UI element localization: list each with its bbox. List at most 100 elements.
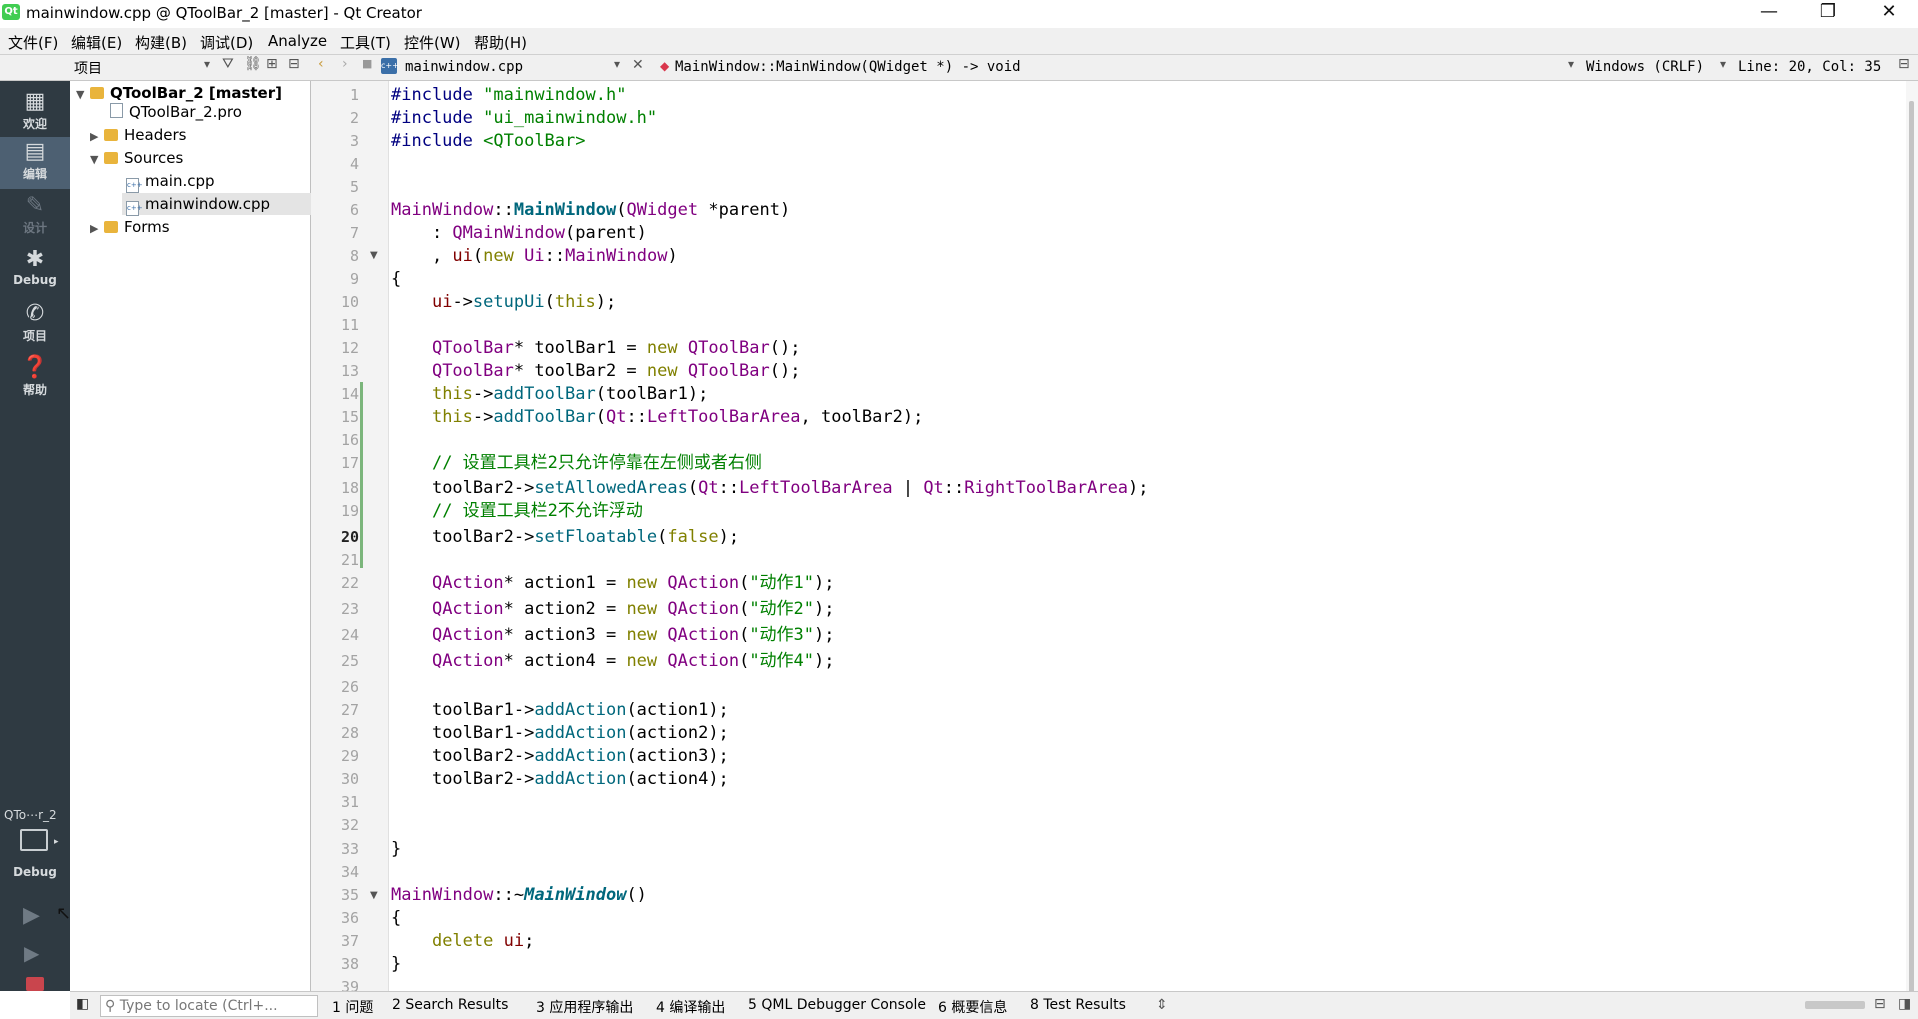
restore-button[interactable]: ❐ [1805, 0, 1851, 26]
tree-item-mainwindow-cpp[interactable]: c++ mainwindow.cpp [122, 193, 313, 216]
toggle-sidebar-icon[interactable]: ◧ [76, 996, 89, 1012]
debug-run-icon[interactable]: ▶ [24, 941, 39, 965]
mode-help[interactable]: ❓ 帮助 [0, 353, 70, 405]
tree-item-headers[interactable]: ▶ Headers [90, 124, 186, 146]
link-icon[interactable]: ⛓ [244, 56, 262, 72]
token: "动作3" [749, 625, 815, 645]
token: "ui_mainwindow.h" [483, 108, 658, 128]
token: ( [472, 246, 484, 266]
folder-icon [104, 129, 118, 141]
line-number: 25 [340, 652, 359, 670]
chevron-right-icon: ▶ [90, 130, 99, 143]
token: :: [626, 407, 647, 427]
token: ui [431, 292, 453, 312]
change-marker [360, 382, 363, 568]
scrollbar-thumb[interactable] [1909, 101, 1914, 1001]
kit-project-name[interactable]: QTo⋯r_2 [4, 808, 57, 822]
menu-edit[interactable]: 编辑(E) [71, 32, 122, 53]
line-number: 21 [340, 551, 359, 569]
chevron-down-icon: ▼ [90, 153, 99, 166]
menu-debug[interactable]: 调试(D) [200, 32, 253, 53]
pane-dropdown-icon[interactable]: ▾ [204, 57, 210, 71]
output-pane-toggle-icon[interactable]: ⊟ [1874, 996, 1886, 1012]
menu-help[interactable]: 帮助(H) [474, 32, 527, 53]
open-file-name[interactable]: mainwindow.cpp [405, 59, 523, 75]
filter-icon[interactable]: ⛛ [222, 56, 234, 72]
tab-app-output[interactable]: 3 应用程序输出 [536, 997, 633, 1017]
cpp-file-icon: c++ [381, 58, 399, 74]
tab-test-results[interactable]: 8 Test Results [1030, 997, 1126, 1013]
tab-qml-debugger-console[interactable]: 5 QML Debugger Console [748, 997, 926, 1013]
code-line-37: delete ui; [391, 930, 534, 953]
more-tabs-icon[interactable]: ⇕ [1156, 997, 1168, 1013]
mode-welcome[interactable]: ▦ 欢迎 [0, 87, 70, 139]
title-bar: Qt mainwindow.cpp @ QToolBar_2 [master] … [0, 0, 1918, 26]
current-symbol[interactable]: MainWindow::MainWindow(QWidget *) -> voi… [675, 59, 1021, 75]
line-ending-selector[interactable]: Windows (CRLF) [1586, 59, 1704, 75]
token: new [646, 338, 678, 358]
token: * toolBar2 = [513, 361, 647, 381]
code-line-38: } [391, 954, 402, 974]
menu-controls[interactable]: 控件(W) [404, 32, 461, 53]
mode-projects[interactable]: ✆ 项目 [0, 299, 70, 351]
split-editor-icon[interactable]: ⊟ [1898, 56, 1910, 72]
code-line-17: // 设置工具栏2只允许停靠在左侧或者右侧 [391, 452, 762, 475]
encoding-dropdown-icon[interactable]: ▾ [1720, 57, 1726, 71]
menu-analyze[interactable]: Analyze [268, 32, 327, 50]
mode-sidebar: ▦ 欢迎 ▤ 编辑 ✎ 设计 ✱ Debug ✆ 项目 ❓ 帮助 QTo⋯r_2 ▸ Deb… [0, 81, 72, 991]
close-button[interactable]: ✕ [1866, 0, 1912, 26]
close-pane-icon[interactable]: ⊟ [288, 56, 300, 72]
fold-arrow-icon[interactable]: ▼ [370, 250, 378, 261]
symbol-dropdown-icon[interactable]: ▾ [1568, 57, 1574, 71]
pencil-icon: ✎ [25, 193, 45, 218]
cursor-position[interactable]: Line: 20, Col: 35 [1738, 59, 1881, 75]
token: #include [391, 85, 473, 105]
token: ); [814, 625, 835, 645]
tree-item-pro[interactable]: QToolBar_2.pro [110, 101, 242, 123]
file-dropdown-icon[interactable]: ▾ [614, 57, 620, 71]
menu-tools[interactable]: 工具(T) [340, 32, 391, 53]
tree-item-forms[interactable]: ▶ Forms [90, 216, 170, 238]
pro-file-icon [110, 103, 123, 118]
lock-icon: ■ [362, 57, 373, 70]
token: * action1 = [503, 573, 627, 593]
mode-debug[interactable]: ✱ Debug [0, 245, 70, 297]
back-icon[interactable]: ‹ [318, 56, 324, 72]
token: () [626, 885, 647, 905]
minimize-button[interactable]: — [1746, 0, 1792, 26]
locator-input[interactable]: ⚲ Type to locate (Ctrl+... [100, 995, 318, 1017]
monitor-icon[interactable] [20, 829, 48, 851]
mode-design[interactable]: ✎ 设计 [0, 191, 70, 243]
forward-icon[interactable]: › [342, 56, 348, 72]
kit-arrow-icon[interactable]: ▸ [54, 837, 59, 847]
kit-build-config[interactable]: Debug [0, 865, 70, 879]
close-document-icon[interactable]: ✕ [632, 57, 644, 73]
token: * action4 = [503, 651, 627, 671]
cpp-file-icon: c++ [126, 201, 143, 216]
token: addAction [534, 723, 627, 743]
fold-arrow-icon[interactable]: ▼ [370, 890, 378, 901]
token: // 设置工具栏2不允许浮动 [431, 501, 643, 521]
tab-general-messages[interactable]: 6 概要信息 [938, 997, 1007, 1017]
token: setAllowedAreas [534, 478, 688, 498]
line-number: 33 [340, 840, 359, 858]
right-sidebar-toggle-icon[interactable]: ◨ [1898, 996, 1911, 1012]
tree-item-sources[interactable]: ▼ Sources [90, 147, 183, 169]
tab-issues[interactable]: 1 问题 [332, 997, 373, 1017]
code-line-8: , ui(new Ui::MainWindow) [391, 245, 678, 268]
menu-file[interactable]: 文件(F) [8, 32, 58, 53]
vertical-scrollbar[interactable] [1906, 81, 1918, 1001]
mouse-cursor-icon: ↖ [56, 903, 72, 924]
split-icon[interactable]: ⊞ [266, 56, 278, 72]
tab-search-results[interactable]: 2 Search Results [392, 997, 508, 1013]
tree-item-main-cpp[interactable]: c++ main.cpp [126, 170, 215, 193]
mode-edit[interactable]: ▤ 编辑 [0, 137, 70, 189]
run-icon[interactable]: ▶ [23, 903, 40, 928]
code-line-33: } [391, 839, 402, 859]
menu-build[interactable]: 构建(B) [135, 32, 187, 53]
build-icon[interactable] [26, 977, 44, 991]
tab-compile-output[interactable]: 4 编译输出 [656, 997, 725, 1017]
line-number: 35 [340, 886, 359, 904]
progress-slider[interactable] [1805, 1001, 1865, 1009]
